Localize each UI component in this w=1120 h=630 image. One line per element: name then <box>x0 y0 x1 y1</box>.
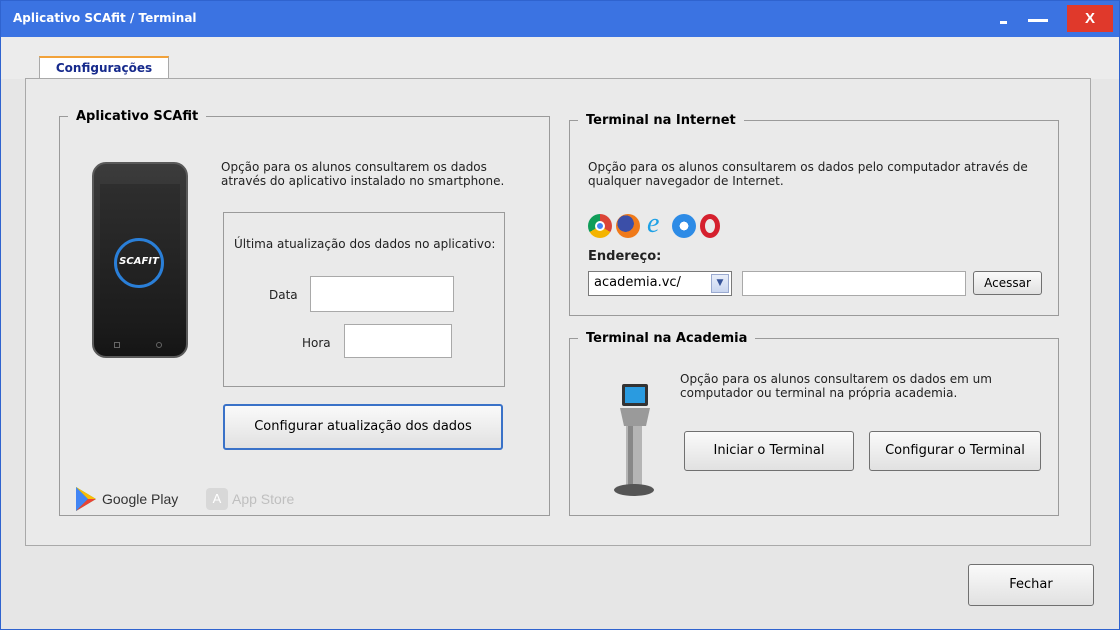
configure-terminal-button[interactable]: Configurar o Terminal <box>869 431 1041 471</box>
start-terminal-button[interactable]: Iniciar o Terminal <box>684 431 854 471</box>
tab-panel: Aplicativo SCAfit SCAFIT Opção para os a… <box>25 78 1091 546</box>
address-label: Endereço: <box>588 249 662 264</box>
time-field[interactable] <box>344 324 452 358</box>
last-update-box: Última atualização dos dados no aplicati… <box>223 212 505 387</box>
safari-icon <box>672 214 696 238</box>
phone-home-icon <box>156 342 162 348</box>
phone-nav-icon <box>114 342 120 348</box>
app-group-title: Aplicativo SCAfit <box>76 109 199 124</box>
tab-bar: Configurações <box>1 37 1119 79</box>
academy-group: Terminal na Academia Opção para os aluno… <box>569 331 1059 516</box>
app-window: Aplicativo SCAfit / Terminal X Configura… <box>0 0 1120 630</box>
phone-screen: SCAFIT <box>100 184 180 334</box>
minimize-icon <box>1000 21 1007 24</box>
date-label: Data <box>269 288 298 302</box>
google-play-label[interactable]: Google Play <box>102 491 178 507</box>
browser-icons: e <box>588 208 728 240</box>
maximize-icon <box>1028 19 1048 22</box>
app-description: Opção para os alunos consultarem os dado… <box>221 160 505 188</box>
close-window-button[interactable]: X <box>1067 5 1113 32</box>
title-bar: Aplicativo SCAfit / Terminal X <box>1 1 1119 37</box>
ie-icon: e <box>647 208 660 239</box>
phone-logo: SCAFIT <box>119 256 159 267</box>
date-field[interactable] <box>310 276 454 312</box>
address-select-value: academia.vc/ <box>594 275 681 290</box>
chrome-icon <box>588 214 612 238</box>
opera-icon <box>700 214 720 238</box>
kiosk-terminal-icon <box>614 384 654 496</box>
app-store-label: App Store <box>232 491 295 507</box>
last-update-label: Última atualização dos dados no aplicati… <box>234 237 496 251</box>
tab-configuracoes[interactable]: Configurações <box>39 56 169 79</box>
internet-description: Opção para os alunos consultarem os dado… <box>588 160 1028 188</box>
app-store-icon: A <box>206 488 228 510</box>
access-button[interactable]: Acessar <box>973 271 1042 295</box>
internet-group-title: Terminal na Internet <box>586 113 736 128</box>
firefox-icon <box>616 214 640 238</box>
window-title: Aplicativo SCAfit / Terminal <box>13 11 197 25</box>
configure-update-button[interactable]: Configurar atualização dos dados <box>223 404 503 450</box>
academy-description: Opção para os alunos consultarem os dado… <box>680 372 992 400</box>
maximize-button[interactable] <box>1025 9 1051 29</box>
chevron-down-icon[interactable]: ▼ <box>711 274 729 293</box>
google-play-icon <box>76 487 96 511</box>
address-select[interactable]: academia.vc/ ▼ <box>588 271 732 296</box>
address-field[interactable] <box>742 271 966 296</box>
academy-group-title: Terminal na Academia <box>586 331 748 346</box>
app-group: Aplicativo SCAfit SCAFIT Opção para os a… <box>59 109 550 516</box>
internet-group: Terminal na Internet Opção para os aluno… <box>569 113 1059 316</box>
smartphone-image: SCAFIT <box>92 162 188 358</box>
minimize-button[interactable] <box>997 9 1017 29</box>
time-label: Hora <box>302 336 331 350</box>
close-button[interactable]: Fechar <box>968 564 1094 606</box>
